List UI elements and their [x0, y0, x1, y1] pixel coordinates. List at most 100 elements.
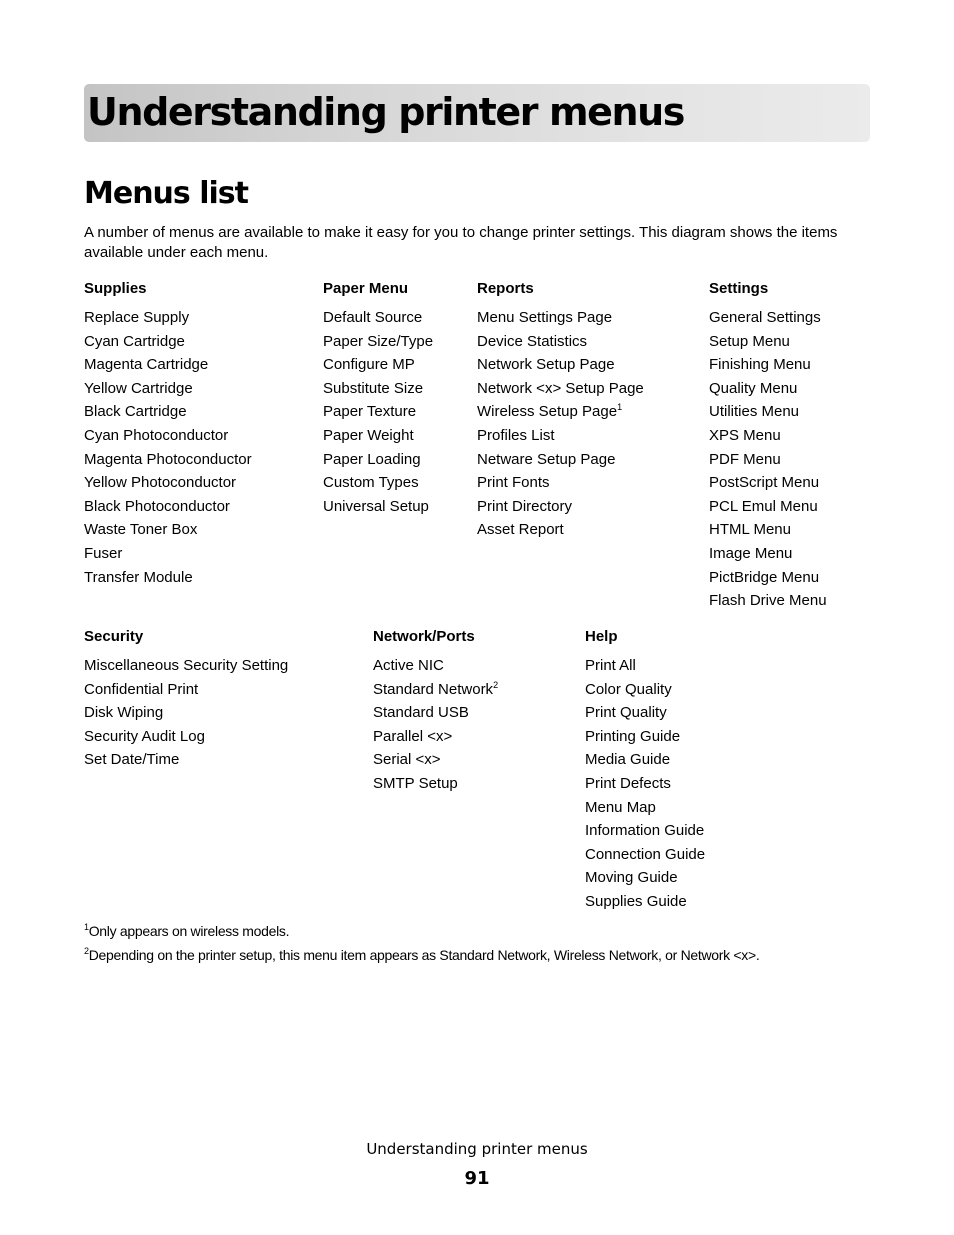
menu-item-label: Black Photoconductor	[84, 497, 230, 515]
menu-heading-settings: Settings	[709, 280, 769, 297]
menu-item-label: Standard USB	[373, 704, 469, 722]
footnote-2: 2Depending on the printer setup, this me…	[84, 943, 760, 967]
menu-item-label: Asset Report	[477, 521, 564, 539]
menu-item: Parallel <x>	[373, 725, 498, 749]
menu-heading-reports: Reports	[477, 280, 534, 297]
menu-item: Confidential Print	[84, 678, 288, 702]
menu-item-label: Yellow Photoconductor	[84, 474, 237, 492]
menu-item: Print Defects	[585, 772, 705, 796]
menu-item-label: XPS Menu	[709, 426, 781, 444]
menu-item-label: Paper Weight	[323, 426, 414, 444]
menu-item: Cyan Cartridge	[84, 330, 252, 354]
menu-item: XPS Menu	[709, 424, 827, 448]
menu-items-supplies: Replace Supply Cyan Cartridge Magenta Cart…	[84, 306, 252, 589]
footnote-text: Depending on the printer setup, this men…	[88, 947, 760, 963]
menu-item-label: Paper Size/Type	[323, 332, 434, 350]
menu-item: Asset Report	[477, 518, 644, 542]
menu-item: Cyan Photoconductor	[84, 424, 252, 448]
menu-item-label: Default Source	[323, 309, 423, 326]
menu-item: Media Guide	[585, 748, 705, 772]
menu-item-label: SMTP Setup	[373, 774, 458, 792]
menu-item: SMTP Setup	[373, 772, 498, 796]
menu-item-label: Quality Menu	[709, 379, 798, 397]
menu-item: PictBridge Menu	[709, 566, 827, 590]
menu-item-label: Menu Map	[585, 798, 656, 816]
menu-item: Replace Supply	[84, 306, 252, 330]
menu-item: Network <x> Setup Page	[477, 377, 644, 401]
menu-item-label: Print Fonts	[477, 474, 550, 492]
menu-item: General Settings	[709, 306, 827, 330]
menu-item-label: Print Quality	[585, 704, 667, 722]
menu-item-label: Serial <x>	[373, 751, 441, 769]
menu-item-label: Replace Supply	[84, 309, 190, 326]
menu-item: Active NIC	[373, 654, 498, 678]
menu-item-label: Network <x> Setup Page	[477, 379, 644, 397]
menu-item-label: Paper Loading	[323, 450, 421, 468]
menu-item: Miscellaneous Security Setting	[84, 654, 288, 678]
menu-item-label: Transfer Module	[84, 568, 193, 586]
menu-item: Finishing Menu	[709, 353, 827, 377]
menu-item-label: Media Guide	[585, 751, 671, 769]
menu-item: Default Source	[323, 306, 433, 330]
menu-item-label: PostScript Menu	[709, 474, 820, 492]
menu-column-help: Help Print All Color Quality Print Quality…	[585, 627, 705, 914]
menu-column-paper-menu: Paper Menu Default Source Paper Size/Type…	[323, 279, 433, 518]
menu-item-label: Magenta Cartridge	[84, 356, 209, 374]
menu-item: Menu Map	[585, 796, 705, 820]
menu-item-label: Parallel <x>	[373, 727, 453, 745]
menu-item: Substitute Size	[323, 377, 433, 401]
menu-item-label: Standard Network	[373, 680, 494, 698]
menu-item-label: Substitute Size	[323, 379, 424, 397]
menu-item: Flash Drive Menu	[709, 589, 827, 613]
menu-item: Print Fonts	[477, 471, 644, 495]
chapter-title: Understanding printer menus	[87, 90, 685, 134]
menu-item: Custom Types	[323, 471, 433, 495]
menu-item: Security Audit Log	[84, 725, 288, 749]
menu-item-label: Profiles List	[477, 426, 555, 444]
menu-item: HTML Menu	[709, 518, 827, 542]
menu-item-label: Waste Toner Box	[84, 521, 198, 539]
menu-item-label: Information Guide	[585, 822, 705, 840]
menu-item-label: Supplies Guide	[585, 892, 687, 910]
menu-heading-paper-menu: Paper Menu	[323, 280, 409, 297]
menu-item-label: PCL Emul Menu	[709, 497, 818, 515]
menu-item: Set Date/Time	[84, 748, 288, 772]
menu-item: Menu Settings Page	[477, 306, 644, 330]
menu-item: Quality Menu	[709, 377, 827, 401]
menu-item-label: Yellow Cartridge	[84, 379, 193, 397]
menu-item: Setup Menu	[709, 330, 827, 354]
menu-item: Paper Texture	[323, 400, 433, 424]
menu-item-label: PDF Menu	[709, 450, 781, 468]
menu-item: Serial <x>	[373, 748, 498, 772]
menu-heading-security: Security	[84, 628, 144, 645]
menu-column-supplies: Supplies Replace Supply Cyan Cartridge Mag…	[84, 279, 252, 589]
menu-item-label: Disk Wiping	[84, 704, 164, 722]
menu-item: Profiles List	[477, 424, 644, 448]
menu-heading-network-ports: Network/Ports	[373, 628, 475, 645]
menu-item-label: Printing Guide	[585, 727, 681, 745]
menu-item-label: Color Quality	[585, 680, 672, 698]
menu-item: Paper Loading	[323, 448, 433, 472]
menu-items-help: Print All Color Quality Print Quality Print…	[585, 654, 705, 914]
menu-item: Wireless Setup Page1	[477, 400, 644, 424]
menu-heading-help: Help	[585, 628, 618, 645]
menu-item-label: Connection Guide	[585, 845, 706, 863]
menu-item-label: Security Audit Log	[84, 727, 205, 745]
page-footer: Understanding printer menus 91	[0, 1139, 954, 1197]
menu-items-network-ports: Active NIC Standard Network2 Standard USB P…	[373, 654, 498, 796]
menu-item-label: Paper Texture	[323, 403, 417, 421]
menu-item: Yellow Photoconductor	[84, 471, 252, 495]
menu-item: Paper Weight	[323, 424, 433, 448]
menu-item-label: Fuser	[84, 544, 123, 562]
menu-items-security: Miscellaneous Security Setting Confidenti…	[84, 654, 288, 772]
menu-item: Netware Setup Page	[477, 448, 644, 472]
menu-item: Connection Guide	[585, 843, 705, 867]
menu-item-label: Utilities Menu	[709, 403, 800, 421]
menu-item: PostScript Menu	[709, 471, 827, 495]
menu-item-label: Moving Guide	[585, 869, 678, 887]
menu-item-label: Confidential Print	[84, 680, 199, 698]
menu-item-label: Miscellaneous Security Setting	[84, 657, 289, 674]
menu-item: Disk Wiping	[84, 701, 288, 725]
menu-item: Standard USB	[373, 701, 498, 725]
menu-item-label: Set Date/Time	[84, 751, 180, 769]
